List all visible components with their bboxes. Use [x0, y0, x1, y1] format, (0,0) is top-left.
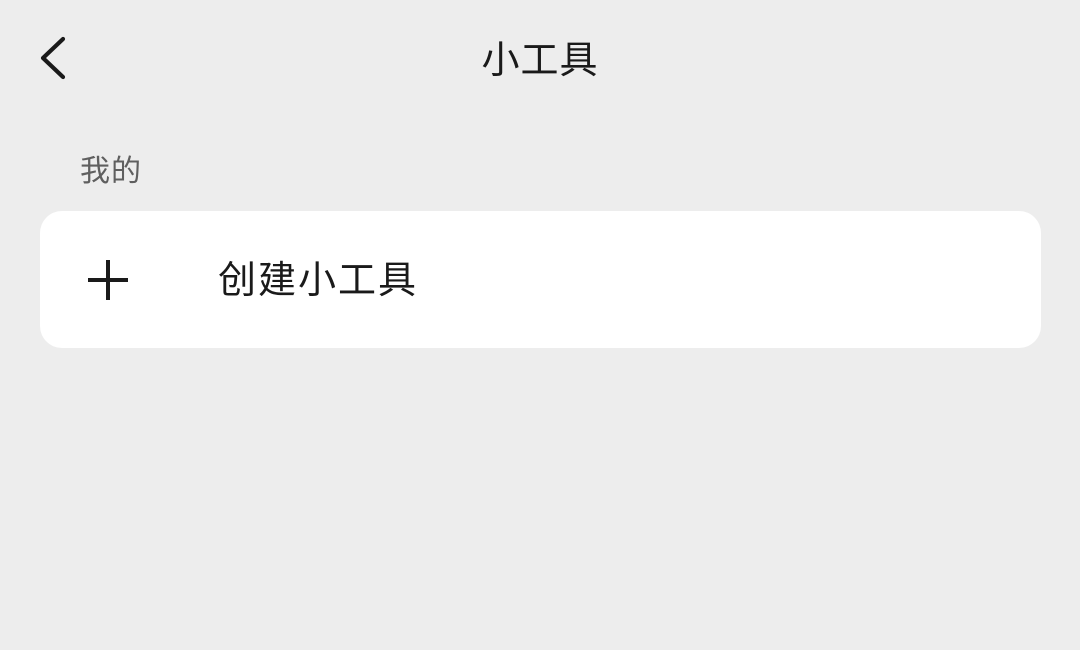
section-label-mine: 我的	[80, 154, 142, 189]
navigation-bar: 小工具	[0, 0, 1080, 118]
plus-icon	[79, 251, 137, 309]
page-title: 小工具	[481, 38, 599, 82]
mini-tools-screen: 小工具 我的 创建小工具	[0, 0, 1080, 650]
create-mini-tool-button[interactable]: 创建小工具	[40, 211, 1041, 348]
mine-tools-card: 创建小工具	[40, 211, 1041, 348]
create-mini-tool-label: 创建小工具	[218, 257, 419, 302]
